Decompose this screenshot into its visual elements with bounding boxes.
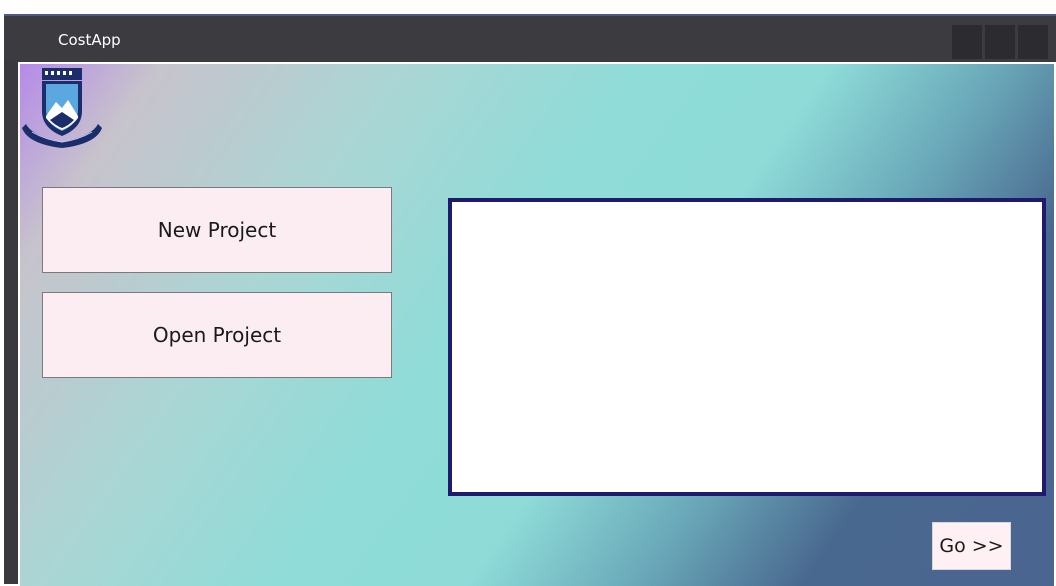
project-list-box[interactable] bbox=[448, 198, 1046, 496]
open-project-button[interactable]: Open Project bbox=[42, 292, 392, 378]
go-button[interactable]: Go >> bbox=[932, 522, 1011, 570]
minimize-button[interactable] bbox=[952, 25, 982, 59]
app-window: CostApp New Project Open Project Go >> bbox=[4, 14, 1056, 586]
close-button[interactable] bbox=[1018, 25, 1048, 59]
crest-logo-icon bbox=[22, 68, 102, 148]
maximize-button[interactable] bbox=[985, 25, 1015, 59]
new-project-button[interactable]: New Project bbox=[42, 187, 392, 273]
main-panel: New Project Open Project Go >> bbox=[18, 62, 1056, 586]
window-title: CostApp bbox=[58, 31, 121, 49]
title-bar[interactable]: CostApp bbox=[4, 16, 1056, 61]
